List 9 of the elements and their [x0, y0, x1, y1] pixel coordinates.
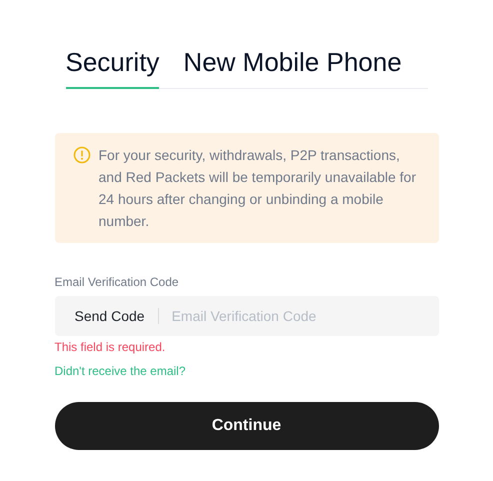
tab[interactable]: New Mobile Phone — [183, 44, 402, 89]
send-code-button[interactable]: Send Code — [54, 308, 145, 324]
warning-icon — [72, 146, 90, 164]
field-label: Email Verification Code — [54, 275, 180, 289]
verification-code-field[interactable]: Send Code Email Verification Code — [54, 296, 438, 336]
continue-button[interactable]: Continue — [54, 402, 438, 450]
error-message: This field is required. — [54, 340, 166, 354]
notice-text: For your security, withdrawals, P2P transactions, and Red Packets will be temporarily unavailable for 24 hours after changing or unbinding a mobile number. — [98, 146, 417, 231]
tab[interactable]: Security — [66, 44, 160, 89]
